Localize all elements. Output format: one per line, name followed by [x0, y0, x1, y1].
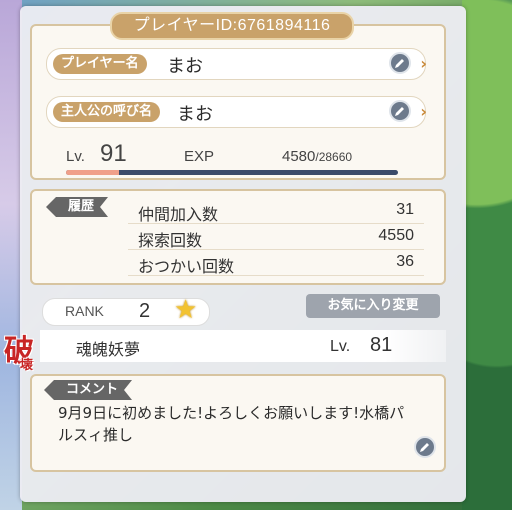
- player-id: プレイヤーID:6761894116: [110, 12, 354, 40]
- exp-current: 4580: [282, 148, 316, 165]
- break-badge-sub: 壊: [20, 358, 34, 373]
- history-tag: 履歴: [46, 197, 108, 217]
- pencil-icon: [395, 59, 404, 68]
- stat-label: おつかい回数: [138, 257, 235, 276]
- stat-row: おつかい回数 36: [128, 251, 424, 276]
- rank-label: RANK: [65, 303, 104, 319]
- edit-comment-button[interactable]: [414, 436, 436, 458]
- exp-value: 4580/28660: [282, 148, 352, 165]
- player-name-tag: プレイヤー名: [53, 54, 147, 74]
- level-value: 91: [100, 140, 127, 167]
- hero-name-field: 主人公の呼び名 まお ›: [46, 96, 427, 128]
- stat-value: 36: [396, 253, 414, 270]
- stat-label: 探索回数: [138, 231, 203, 250]
- exp-max: /28660: [315, 150, 353, 164]
- chevron-right-icon[interactable]: ›: [420, 54, 427, 73]
- pencil-icon: [420, 443, 429, 452]
- exp-bar: [66, 170, 398, 175]
- stat-row: 探索回数 4550: [128, 225, 424, 250]
- stat-value: 31: [396, 201, 414, 218]
- break-badge: 破 壊: [2, 322, 44, 374]
- history-card: 履歴 仲間加入数 31 探索回数 4550 おつかい回数 36: [30, 189, 446, 285]
- pencil-icon: [395, 107, 404, 116]
- level-exp-row: Lv. 91 EXP 4580/28660: [66, 138, 406, 175]
- exp-bar-fill: [66, 170, 120, 175]
- chevron-right-icon[interactable]: ›: [420, 102, 427, 121]
- change-favorite-button[interactable]: お気に入り変更: [306, 294, 440, 318]
- character-level-label: Lv.: [330, 338, 351, 355]
- comment-text: 9月9日に初めました!よろしくお願いします!水橋パルスィ推し: [58, 404, 405, 444]
- character-name: 魂魄妖夢: [76, 340, 141, 359]
- stat-row: 仲間加入数 31: [128, 199, 424, 224]
- background-right: [462, 0, 512, 510]
- exp-label: EXP: [184, 148, 215, 165]
- hero-name-value: まお: [177, 104, 213, 125]
- player-name-field: プレイヤー名 まお ›: [46, 48, 427, 80]
- rank-value: 2: [139, 300, 151, 322]
- favorite-character-row[interactable]: 魂魄妖夢 Lv. 81: [40, 330, 446, 362]
- comment-card: コメント 9月9日に初めました!よろしくお願いします!水橋パルスィ推し: [30, 374, 446, 472]
- edit-hero-name-button[interactable]: [389, 100, 411, 122]
- star-icon: ★: [174, 295, 198, 325]
- player-name-value: まお: [167, 56, 203, 77]
- stat-label: 仲間加入数: [138, 205, 219, 224]
- level-label: Lv.: [66, 148, 85, 165]
- stat-value: 4550: [378, 227, 414, 244]
- background-left: [0, 0, 22, 510]
- edit-player-name-button[interactable]: [389, 52, 411, 74]
- character-level: 81: [370, 334, 393, 356]
- hero-name-tag: 主人公の呼び名: [53, 102, 161, 122]
- comment-tag: コメント: [44, 380, 132, 400]
